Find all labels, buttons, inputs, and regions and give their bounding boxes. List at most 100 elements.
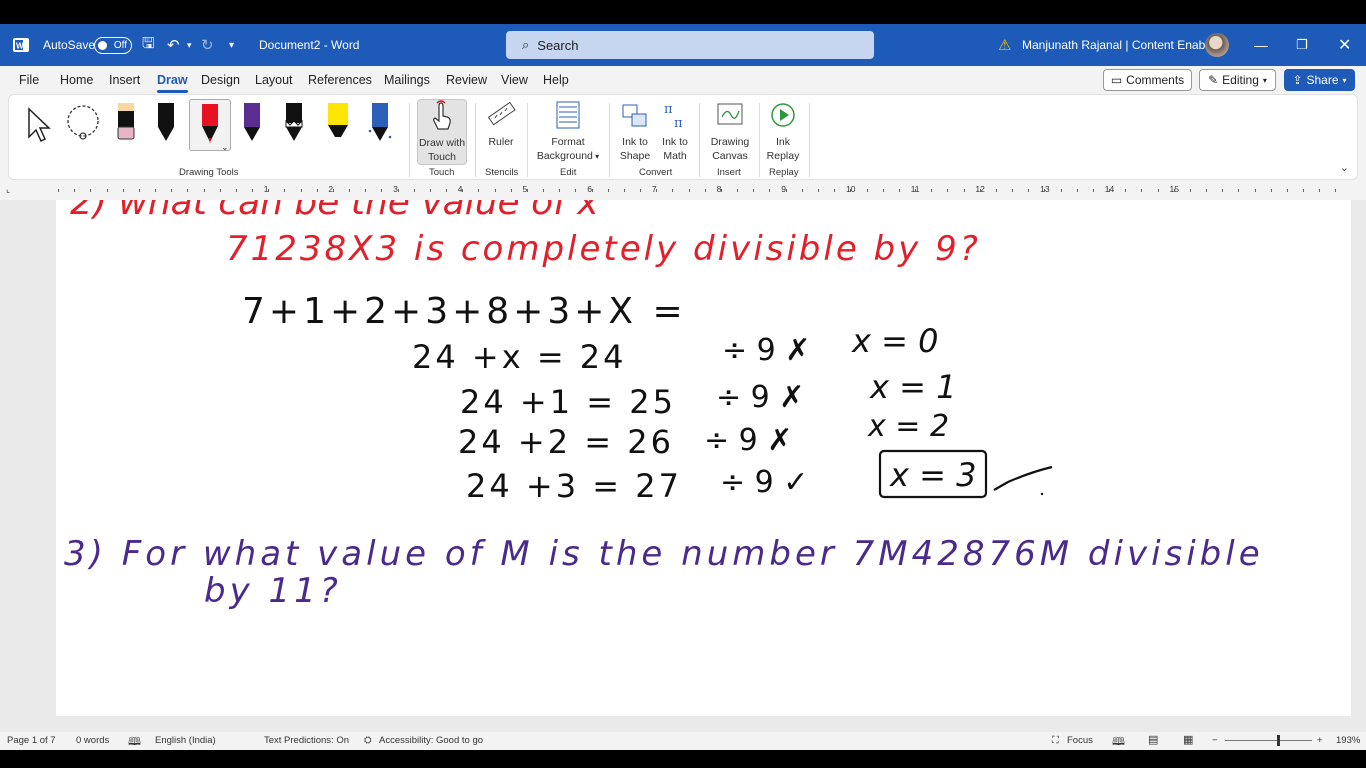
ruler-tick bbox=[543, 189, 545, 192]
print-layout-icon[interactable]: ▤ bbox=[1148, 733, 1158, 746]
group-separator bbox=[809, 103, 810, 177]
minimize-icon[interactable]: — bbox=[1254, 24, 1268, 66]
tab-draw[interactable]: Draw bbox=[157, 73, 188, 93]
screen-bottom-edge bbox=[0, 750, 1366, 768]
group-separator bbox=[475, 103, 476, 177]
page-count[interactable]: Page 1 of 7 bbox=[7, 735, 56, 746]
zoom-slider[interactable] bbox=[1225, 740, 1312, 741]
ink-to-math-icon: ππ bbox=[655, 99, 695, 131]
tab-insert[interactable]: Insert bbox=[109, 73, 140, 87]
autosave-toggle[interactable]: Off bbox=[94, 37, 132, 54]
ruler-tick bbox=[1303, 189, 1305, 192]
ruler-label: Ruler bbox=[488, 136, 514, 148]
tab-review[interactable]: Review bbox=[446, 73, 487, 87]
zoom-in-icon[interactable]: + bbox=[1317, 735, 1323, 746]
tab-design[interactable]: Design bbox=[201, 73, 240, 87]
undo-dropdown-icon[interactable]: ▾ bbox=[187, 24, 192, 66]
step0: 24 +x = 24 bbox=[412, 338, 627, 376]
redo-icon[interactable]: ↻ bbox=[201, 24, 214, 66]
focus-icon[interactable]: ⛶ bbox=[1052, 735, 1059, 746]
ruler-tick bbox=[526, 189, 528, 192]
ink-to-shape-label-2: Shape bbox=[619, 150, 651, 162]
pen-pink-highlighter[interactable] bbox=[109, 101, 143, 145]
collapse-ribbon-icon[interactable]: ⌄ bbox=[1340, 161, 1349, 174]
ruler-tick bbox=[252, 189, 254, 192]
pencil-black[interactable] bbox=[277, 101, 311, 145]
ruler-tick bbox=[1060, 189, 1062, 192]
ruler-tick bbox=[446, 189, 448, 192]
avatar[interactable] bbox=[1205, 33, 1229, 57]
step3: 24 +3 = 27 bbox=[466, 467, 682, 505]
pen-galaxy-blue[interactable] bbox=[363, 101, 397, 145]
accessibility-icon[interactable]: ⛭ bbox=[364, 735, 372, 746]
format-background-button[interactable]: Format Background ▾ bbox=[533, 99, 603, 164]
ruler-tick bbox=[656, 189, 658, 192]
zoom-level[interactable]: 193% bbox=[1336, 735, 1360, 746]
tab-help[interactable]: Help bbox=[543, 73, 569, 87]
ink-replay-label-1: Ink bbox=[775, 136, 790, 148]
ruler-tick bbox=[850, 189, 852, 192]
editing-mode-button[interactable]: ✎ Editing ▾ bbox=[1199, 69, 1276, 91]
highlighter-yellow[interactable] bbox=[321, 101, 355, 145]
ruler-tick bbox=[1206, 189, 1208, 192]
document-page[interactable]: 2) what can be the value of x 71238X3 is… bbox=[56, 200, 1351, 716]
focus-label[interactable]: Focus bbox=[1067, 735, 1093, 746]
tab-layout[interactable]: Layout bbox=[255, 73, 293, 87]
restore-icon[interactable]: ❐ bbox=[1296, 24, 1308, 66]
ruler-tick bbox=[1254, 189, 1256, 192]
accessibility-status[interactable]: Accessibility: Good to go bbox=[379, 735, 483, 746]
stencils-group-label: Stencils bbox=[485, 167, 519, 178]
tab-references[interactable]: References bbox=[308, 73, 372, 87]
tab-home[interactable]: Home bbox=[60, 73, 93, 87]
horizontal-ruler[interactable]: ⌞ 123456789101112131415 bbox=[6, 184, 1358, 198]
web-layout-icon[interactable]: ▦ bbox=[1183, 733, 1193, 746]
pen-purple[interactable] bbox=[235, 101, 269, 145]
chevron-down-icon: ▾ bbox=[1342, 75, 1347, 85]
drawing-canvas-button[interactable]: Drawing Canvas bbox=[705, 99, 755, 163]
zoom-slider-thumb[interactable] bbox=[1277, 735, 1280, 746]
svg-text:W: W bbox=[16, 42, 24, 51]
editing-label: Editing bbox=[1222, 73, 1259, 87]
draw-with-touch-button[interactable]: Draw with Touch bbox=[417, 99, 467, 165]
ink-replay-button[interactable]: Ink Replay bbox=[763, 99, 803, 163]
title-bar: W AutoSave Off 🖫 ↶ ▾ ↻ ▾ Document2 - Wor… bbox=[0, 24, 1366, 66]
warning-icon[interactable]: ⚠ bbox=[998, 24, 1011, 66]
language-status[interactable]: English (India) bbox=[155, 735, 216, 746]
ruler-tick bbox=[122, 189, 124, 192]
ruler-tick bbox=[1028, 189, 1030, 192]
ruler-button[interactable]: Ruler bbox=[481, 99, 521, 149]
customize-quick-access-icon[interactable]: ▾ bbox=[229, 24, 234, 66]
save-icon[interactable]: 🖫 bbox=[142, 24, 155, 66]
search-box[interactable]: ⌕ Search bbox=[506, 31, 874, 59]
text-predictions-status[interactable]: Text Predictions: On bbox=[264, 735, 349, 746]
format-background-icon bbox=[533, 99, 603, 131]
select-objects-tool[interactable] bbox=[23, 101, 57, 145]
word-count[interactable]: 0 words bbox=[76, 735, 109, 746]
edit-group-label: Edit bbox=[560, 167, 577, 178]
tab-mailings[interactable]: Mailings bbox=[384, 73, 430, 87]
tab-view[interactable]: View bbox=[501, 73, 528, 87]
close-icon[interactable]: ✕ bbox=[1338, 24, 1351, 66]
ruler-tick bbox=[300, 189, 302, 192]
pen-black[interactable] bbox=[149, 101, 183, 145]
ink-to-shape-button[interactable]: Ink to Shape bbox=[615, 99, 655, 163]
tab-stop-selector-icon[interactable]: ⌞ bbox=[6, 184, 10, 195]
svg-text:π: π bbox=[674, 116, 683, 131]
zoom-out-icon[interactable]: − bbox=[1212, 735, 1218, 746]
user-name[interactable]: Manjunath Rajanal | Content Enablers bbox=[1022, 24, 1225, 66]
comments-button[interactable]: ▭ Comments bbox=[1103, 69, 1192, 91]
ruler-tick bbox=[1189, 189, 1191, 192]
word-logo-icon: W bbox=[12, 24, 32, 66]
ribbon: ⌄ Drawing Tools Draw with Touch Touch Ru… bbox=[8, 94, 1358, 180]
step0-div: ÷ 9 ✗ bbox=[722, 333, 810, 368]
lasso-select-tool[interactable] bbox=[63, 101, 99, 145]
ruler-tick bbox=[1012, 189, 1014, 192]
share-button[interactable]: ⇪ Share ▾ bbox=[1284, 69, 1355, 91]
pen-red[interactable]: ⌄ bbox=[189, 99, 231, 153]
undo-icon[interactable]: ↶ bbox=[167, 24, 180, 66]
ruler-tick bbox=[559, 189, 561, 192]
search-icon: ⌕ bbox=[522, 37, 530, 52]
svg-text:π: π bbox=[664, 102, 673, 117]
ink-to-math-button[interactable]: ππ Ink to Math bbox=[655, 99, 695, 163]
tab-file[interactable]: File bbox=[19, 73, 39, 87]
